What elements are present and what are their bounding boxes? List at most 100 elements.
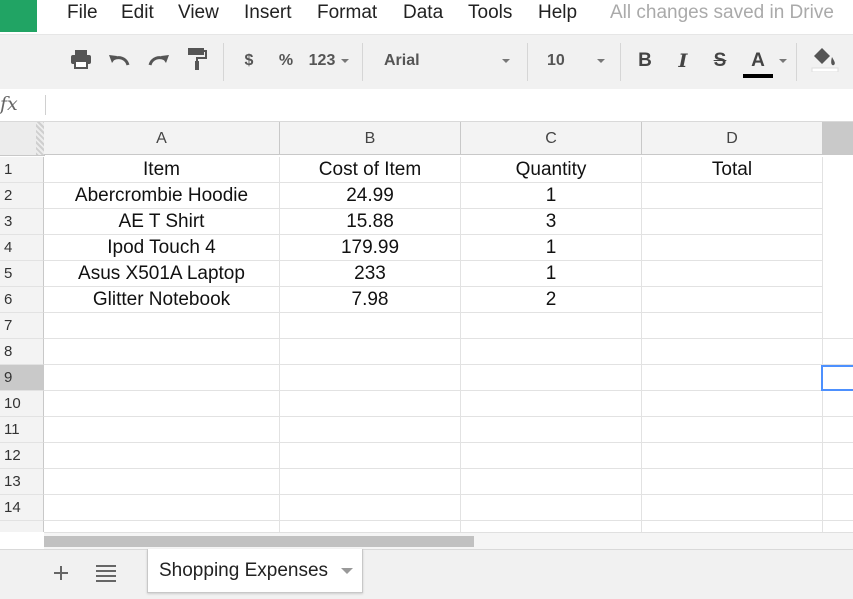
cell-c2[interactable]: 1 — [461, 183, 642, 209]
cell-b4[interactable]: 179.99 — [280, 235, 461, 261]
active-cell-e9[interactable] — [821, 365, 853, 391]
italic-button[interactable]: I — [673, 47, 693, 75]
strikethrough-button[interactable]: S — [709, 47, 731, 75]
print-button[interactable] — [68, 47, 94, 75]
chevron-down-icon — [502, 59, 510, 63]
number-format-dropdown[interactable]: 123 — [307, 47, 351, 75]
cell-d6[interactable] — [642, 287, 823, 313]
cell-c1[interactable]: Quantity — [461, 157, 642, 183]
menu-insert[interactable]: Insert — [244, 2, 292, 24]
cell-a6[interactable]: Glitter Notebook — [44, 287, 280, 313]
column-header-d[interactable]: D — [642, 122, 823, 155]
add-sheet-button[interactable] — [44, 558, 78, 592]
cell-a4[interactable]: Ipod Touch 4 — [44, 235, 280, 261]
cell-d3[interactable] — [642, 209, 823, 235]
row-header[interactable]: 5 — [0, 261, 44, 287]
cell-b1[interactable]: Cost of Item — [280, 157, 461, 183]
toolbar-separator — [620, 43, 621, 81]
paint-format-button[interactable] — [184, 47, 210, 75]
toolbar-separator — [527, 43, 528, 81]
formula-divider — [45, 95, 46, 115]
row-header[interactable]: 8 — [0, 339, 44, 365]
cell-c5[interactable]: 1 — [461, 261, 642, 287]
redo-icon — [146, 51, 170, 72]
cell-b5[interactable]: 233 — [280, 261, 461, 287]
row-header-selected[interactable]: 9 — [0, 365, 44, 391]
cell-b6[interactable]: 7.98 — [280, 287, 461, 313]
row-header[interactable]: 2 — [0, 183, 44, 209]
undo-icon — [108, 51, 132, 72]
chevron-down-icon[interactable] — [341, 568, 353, 574]
cell-b3[interactable]: 15.88 — [280, 209, 461, 235]
cell-c4[interactable]: 1 — [461, 235, 642, 261]
row-header[interactable]: 12 — [0, 443, 44, 469]
row-header[interactable]: 3 — [0, 209, 44, 235]
menu-view[interactable]: View — [178, 2, 219, 24]
cell-d1[interactable]: Total — [642, 157, 823, 183]
cell-d4[interactable] — [642, 235, 823, 261]
row-header[interactable]: 11 — [0, 417, 44, 443]
fill-color-button[interactable] — [810, 47, 853, 75]
row-header[interactable]: 4 — [0, 235, 44, 261]
corner-freeze-handle[interactable] — [36, 122, 44, 155]
horizontal-scrollbar-thumb[interactable] — [44, 536, 474, 547]
plus-icon — [53, 565, 69, 586]
cell-b2[interactable]: 24.99 — [280, 183, 461, 209]
cell-c6[interactable]: 2 — [461, 287, 642, 313]
column-header-b[interactable]: B — [280, 122, 461, 155]
formula-input[interactable] — [52, 93, 846, 119]
formula-bar: fx — [0, 89, 853, 122]
row-header[interactable]: 6 — [0, 287, 44, 313]
text-color-button[interactable]: A — [743, 47, 787, 78]
bold-button[interactable]: B — [635, 47, 655, 75]
cell-c3[interactable]: 3 — [461, 209, 642, 235]
cell-a3[interactable]: AE T Shirt — [44, 209, 280, 235]
number-format-label: 123 — [308, 52, 336, 69]
toolbar-separator — [362, 43, 363, 81]
toolbar: $ % 123 Arial 10 B I S A — [0, 34, 853, 90]
column-header-a[interactable]: A — [44, 122, 280, 155]
row-header[interactable]: 14 — [0, 495, 44, 521]
row-header[interactable] — [0, 521, 44, 532]
spreadsheet-grid: A B C D 1 2 3 4 5 6 7 8 9 10 11 12 13 14… — [0, 122, 853, 532]
menu-help[interactable]: Help — [538, 2, 577, 24]
menu-file[interactable]: File — [67, 2, 98, 24]
menu-edit[interactable]: Edit — [121, 2, 154, 24]
text-color-icon: A — [743, 50, 773, 78]
row-header[interactable]: 13 — [0, 469, 44, 495]
font-size-dropdown[interactable]: 10 — [547, 47, 605, 75]
cell-d5[interactable] — [642, 261, 823, 287]
sheet-tab-shopping-expenses[interactable]: Shopping Expenses — [147, 549, 363, 593]
chevron-down-icon — [597, 59, 605, 63]
sheet-tab-bar: Shopping Expenses — [0, 549, 853, 599]
chevron-down-icon — [779, 59, 787, 63]
cell-a1[interactable]: Item — [44, 157, 280, 183]
currency-format-button[interactable]: $ — [238, 47, 260, 75]
menu-data[interactable]: Data — [403, 2, 443, 24]
cell-a2[interactable]: Abercrombie Hoodie — [44, 183, 280, 209]
select-all-corner[interactable] — [0, 122, 45, 156]
undo-button[interactable] — [106, 47, 134, 75]
print-icon — [70, 49, 92, 74]
row-header[interactable]: 1 — [0, 157, 44, 183]
paint-roller-icon — [187, 47, 207, 76]
paint-bucket-icon — [810, 46, 840, 77]
menu-tools[interactable]: Tools — [468, 2, 512, 24]
menu-format[interactable]: Format — [317, 2, 377, 24]
row-header[interactable]: 7 — [0, 313, 44, 339]
row-header[interactable]: 10 — [0, 391, 44, 417]
column-header-c[interactable]: C — [461, 122, 642, 155]
cell-d2[interactable] — [642, 183, 823, 209]
empty-cells-area[interactable] — [44, 313, 853, 532]
sheets-logo[interactable] — [0, 0, 37, 32]
menu-bar: File Edit View Insert Format Data Tools … — [0, 0, 853, 34]
percent-format-button[interactable]: % — [275, 47, 297, 75]
column-header-e[interactable] — [823, 122, 853, 155]
cell-a5[interactable]: Asus X501A Laptop — [44, 261, 280, 287]
list-icon — [96, 564, 116, 587]
function-icon: fx — [0, 93, 18, 115]
redo-button[interactable] — [144, 47, 172, 75]
all-sheets-button[interactable] — [89, 558, 123, 592]
horizontal-scrollbar[interactable] — [44, 532, 853, 549]
font-family-dropdown[interactable]: Arial — [384, 47, 510, 75]
